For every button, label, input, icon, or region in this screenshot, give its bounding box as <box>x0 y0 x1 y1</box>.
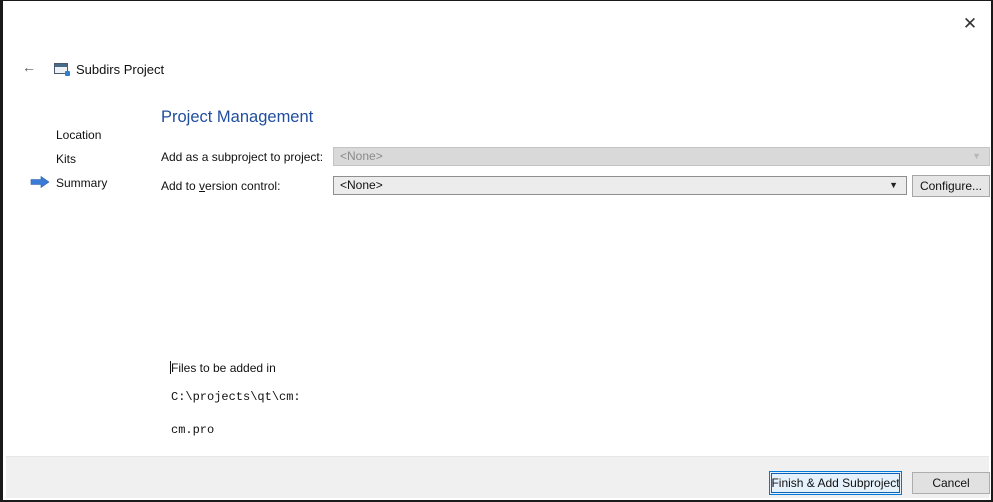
current-step-arrow-icon <box>30 176 50 188</box>
section-title: Project Management <box>161 108 314 126</box>
subproject-combo-value: <None> <box>340 149 383 163</box>
files-heading: Files to be added in <box>170 361 276 375</box>
chevron-down-icon: ▼ <box>972 151 981 161</box>
subproject-combo: <None> ▼ <box>333 147 990 166</box>
close-icon[interactable]: ✕ <box>961 15 979 33</box>
project-wizard-icon <box>54 63 70 76</box>
files-heading-text: Files to be added in <box>171 361 276 375</box>
step-summary: Summary <box>56 176 108 190</box>
files-entry: cm.pro <box>171 423 215 437</box>
finish-button[interactable]: Finish & Add Subproject <box>769 471 902 495</box>
chevron-down-icon: ▼ <box>889 180 898 190</box>
vcs-combo-value: <None> <box>340 178 383 192</box>
step-location: Location <box>56 128 102 142</box>
wizard-title: Subdirs Project <box>76 62 165 77</box>
wizard-window: ✕ ← Subdirs Project Location Kits Summar… <box>0 0 993 502</box>
vcs-label-suffix: ersion control: <box>205 179 281 193</box>
files-path: C:\projects\qt\cm: <box>171 390 301 404</box>
cancel-button[interactable]: Cancel <box>912 472 990 494</box>
step-kits: Kits <box>56 152 77 166</box>
back-arrow-icon[interactable]: ← <box>22 59 36 75</box>
vcs-label: Add to version control: <box>161 179 280 193</box>
configure-button[interactable]: Configure... <box>912 175 990 197</box>
subproject-label: Add as a subproject to project: <box>161 150 324 164</box>
vcs-combo[interactable]: <None> ▼ <box>333 176 907 195</box>
vcs-label-prefix: Add to <box>161 179 200 193</box>
